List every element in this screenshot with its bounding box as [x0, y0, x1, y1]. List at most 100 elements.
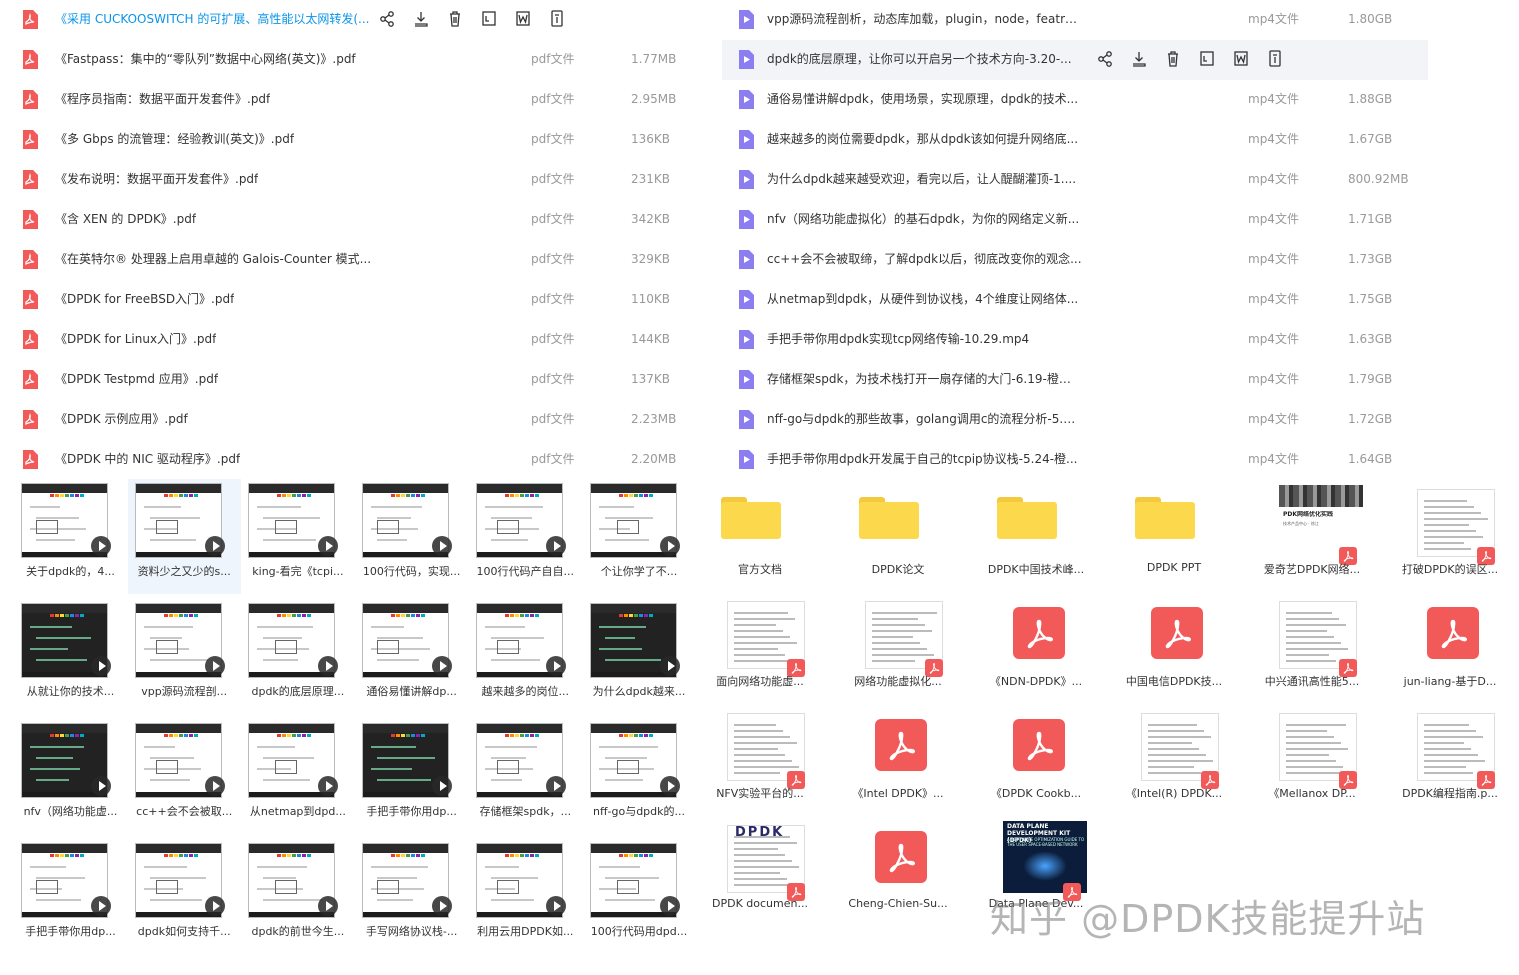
doc-item[interactable]: 面向网络功能虚... — [695, 597, 825, 709]
file-row[interactable]: 越来越多的岗位需要dpdk，那从dpdk该如何提升网络底... mp4文件 1.67… — [722, 120, 1428, 160]
video-thumbnail[interactable]: dpdk的前世今生... — [241, 839, 354, 954]
video-thumbnail[interactable]: 从netmap到dpd... — [241, 719, 354, 834]
file-name[interactable]: 《程序员指南：数据平面开发套件》.pdf — [55, 80, 270, 118]
terminal-button[interactable] — [481, 9, 515, 29]
file-row[interactable]: 《在英特尔® 处理器上启用卓越的 Galois-Counter 模式... pdf… — [0, 240, 680, 280]
pdf-item[interactable]: 中国电信DPDK技... — [1109, 597, 1239, 709]
video-thumbnail[interactable]: nfv（网络功能虚... — [14, 719, 127, 834]
video-thumbnail[interactable]: dpdk的底层原理... — [241, 599, 354, 714]
file-row[interactable]: vpp源码流程剖析，动态库加载，plugin，node，featru... mp4… — [722, 0, 1428, 40]
file-row[interactable]: cc++会不会被取缔，了解dpdk以后，彻底改变你的观念... mp4文件 1.73… — [722, 240, 1428, 280]
video-thumbnail[interactable]: 利用云用DPDK如... — [469, 839, 582, 954]
file-row[interactable]: 《发布说明：数据平面开发套件》.pdf pdf文件 231KB — [0, 160, 680, 200]
video-thumbnail[interactable]: 手把手带你用dp... — [14, 839, 127, 954]
file-name[interactable]: 《发布说明：数据平面开发套件》.pdf — [55, 160, 258, 198]
file-name[interactable]: dpdk的底层原理，让你可以开启另一个技术方向-3.20-... — [767, 40, 1072, 78]
video-thumbnail[interactable]: 100行代码产自自... — [469, 479, 582, 594]
doc-item[interactable]: 中兴通讯高性能5... — [1247, 597, 1377, 709]
delete-button[interactable] — [447, 9, 481, 29]
word-button[interactable] — [515, 9, 549, 29]
file-name[interactable]: 《DPDK for Linux入门》.pdf — [55, 320, 216, 358]
word-button[interactable] — [1233, 49, 1267, 69]
file-row[interactable]: dpdk的底层原理，让你可以开启另一个技术方向-3.20-... — [722, 40, 1428, 80]
folder-item[interactable]: DPDK论文 — [833, 485, 963, 597]
doc-item[interactable]: 《Intel(R) DPDK... — [1109, 709, 1239, 821]
file-name[interactable]: 《DPDK for FreeBSD入门》.pdf — [55, 280, 234, 318]
file-row[interactable]: 通俗易懂讲解dpdk，使用场景，实现原理，dpdk的技术... mp4文件 1.88… — [722, 80, 1428, 120]
file-name[interactable]: 为什么dpdk越来越受欢迎，看完以后，让人醍醐灌顶-1.... — [767, 160, 1076, 198]
video-thumbnail[interactable]: 手写网络协议栈-... — [355, 839, 468, 954]
file-row[interactable]: nfv（网络功能虚拟化）的基石dpdk，为你的网络定义新... mp4文件 1.71… — [722, 200, 1428, 240]
file-name[interactable]: 《在英特尔® 处理器上启用卓越的 Galois-Counter 模式... — [55, 240, 371, 278]
pdf-item[interactable]: Cheng-Chien-Su... — [833, 821, 963, 933]
video-thumbnail[interactable]: 100行代码，实现... — [355, 479, 468, 594]
info-button[interactable] — [1267, 49, 1301, 69]
video-thumbnail[interactable]: 越来越多的岗位... — [469, 599, 582, 714]
file-row[interactable]: nff-go与dpdk的那些故事，golang调用c的流程分析-5.1... mp… — [722, 400, 1428, 440]
file-name[interactable]: nfv（网络功能虚拟化）的基石dpdk，为你的网络定义新... — [767, 200, 1079, 238]
file-row[interactable]: 手把手带你用dpdk实现tcp网络传输-10.29.mp4 mp4文件 1.63GB — [722, 320, 1428, 360]
file-name[interactable]: 《DPDK 中的 NIC 驱动程序》.pdf — [55, 440, 240, 478]
video-thumbnail[interactable]: 存储框架spdk，... — [469, 719, 582, 834]
download-button[interactable] — [1131, 49, 1165, 69]
doc-item[interactable]: 网络功能虚拟化... — [833, 597, 963, 709]
file-row[interactable]: 《Fastpass：集中的“零队列”数据中心网络(英文)》.pdf pdf文件 1.… — [0, 40, 680, 80]
doc-item[interactable]: DPDK DPDK documen... — [695, 821, 825, 933]
file-name[interactable]: 《DPDK 示例应用》.pdf — [55, 400, 188, 438]
file-name[interactable]: 越来越多的岗位需要dpdk，那从dpdk该如何提升网络底... — [767, 120, 1078, 158]
video-thumbnail[interactable]: nff-go与dpdk的... — [583, 719, 696, 834]
file-row[interactable]: 手把手带你用dpdk开发属于自己的tcpip协议栈-5.24-橙... mp4文件… — [722, 440, 1428, 480]
file-name[interactable]: 手把手带你用dpdk开发属于自己的tcpip协议栈-5.24-橙... — [767, 440, 1078, 478]
file-row[interactable]: 《程序员指南：数据平面开发套件》.pdf pdf文件 2.95MB — [0, 80, 680, 120]
file-row[interactable]: 《DPDK 中的 NIC 驱动程序》.pdf pdf文件 2.20MB — [0, 440, 680, 480]
file-name[interactable]: 《Fastpass：集中的“零队列”数据中心网络(英文)》.pdf — [55, 40, 356, 78]
file-row[interactable]: 《DPDK for Linux入门》.pdf pdf文件 144KB — [0, 320, 680, 360]
doc-item[interactable]: NFV实验平台的... — [695, 709, 825, 821]
file-name[interactable]: 《含 XEN 的 DPDK》.pdf — [55, 200, 196, 238]
share-button[interactable] — [1097, 49, 1131, 69]
file-row[interactable]: 《DPDK for FreeBSD入门》.pdf pdf文件 110KB — [0, 280, 680, 320]
doc-item[interactable]: DPDK编程指南.p... — [1385, 709, 1515, 821]
file-name[interactable]: 《DPDK Testpmd 应用》.pdf — [55, 360, 218, 398]
file-row[interactable]: 《DPDK Testpmd 应用》.pdf pdf文件 137KB — [0, 360, 680, 400]
video-thumbnail[interactable]: 手把手带你用dp... — [355, 719, 468, 834]
folder-item[interactable]: DPDK PPT — [1109, 485, 1239, 597]
pdf-item[interactable]: 《DPDK Cookb... — [971, 709, 1101, 821]
video-thumbnail[interactable]: 个让你学了不... — [583, 479, 696, 594]
file-row[interactable]: 《多 Gbps 的流管理：经验教训(英文)》.pdf pdf文件 136KB — [0, 120, 680, 160]
doc-item[interactable]: 打破DPDK的误区... — [1385, 485, 1515, 597]
video-thumbnail[interactable]: 为什么dpdk越来... — [583, 599, 696, 714]
image-item[interactable]: PDK网络优化实践 技术产品中心 · 徐江 爱奇艺DPDK网络... — [1247, 485, 1377, 597]
file-row[interactable]: 存储框架spdk，为技术栈打开一扇存储的大门-6.19-橙子... mp4文件 1.… — [722, 360, 1428, 400]
file-name[interactable]: 通俗易懂讲解dpdk，使用场景，实现原理，dpdk的技术... — [767, 80, 1078, 118]
video-thumbnail[interactable]: king-看完《tcpi... — [241, 479, 354, 594]
file-row[interactable]: 从netmap到dpdk，从硬件到协议栈，4个维度让网络体... mp4文件 1.7… — [722, 280, 1428, 320]
file-name[interactable]: nff-go与dpdk的那些故事，golang调用c的流程分析-5.1... — [767, 400, 1082, 438]
file-name[interactable]: cc++会不会被取缔，了解dpdk以后，彻底改变你的观念... — [767, 240, 1082, 278]
file-name[interactable]: 存储框架spdk，为技术栈打开一扇存储的大门-6.19-橙子... — [767, 360, 1082, 398]
video-thumbnail[interactable]: 从就让你的技术... — [14, 599, 127, 714]
doc-item[interactable]: 《Mellanox DP... — [1247, 709, 1377, 821]
video-thumbnail[interactable]: 100行代码用dpd... — [583, 839, 696, 954]
file-name[interactable]: 从netmap到dpdk，从硬件到协议栈，4个维度让网络体... — [767, 280, 1078, 318]
video-thumbnail[interactable]: 通俗易懂讲解dp... — [355, 599, 468, 714]
video-thumbnail[interactable]: cc++会不会被取... — [128, 719, 241, 834]
file-name[interactable]: 《多 Gbps 的流管理：经验教训(英文)》.pdf — [55, 120, 294, 158]
file-name[interactable]: 手把手带你用dpdk实现tcp网络传输-10.29.mp4 — [767, 320, 1029, 358]
folder-item[interactable]: DPDK中国技术峰... — [971, 485, 1101, 597]
video-thumbnail[interactable]: dpdk如何支持千... — [128, 839, 241, 954]
file-row[interactable]: 《含 XEN 的 DPDK》.pdf pdf文件 342KB — [0, 200, 680, 240]
video-thumbnail[interactable]: vpp源码流程剖... — [128, 599, 241, 714]
info-button[interactable] — [549, 9, 583, 29]
file-row[interactable]: 《DPDK 示例应用》.pdf pdf文件 2.23MB — [0, 400, 680, 440]
terminal-button[interactable] — [1199, 49, 1233, 69]
file-row[interactable]: 《采用 CUCKOOSWITCH 的可扩展、高性能以太网转发(... — [0, 0, 680, 40]
pdf-item[interactable]: jun-liang-基于D... — [1385, 597, 1515, 709]
pdf-item[interactable]: 《Intel DPDK》... — [833, 709, 963, 821]
folder-item[interactable]: 官方文档 — [695, 485, 825, 597]
video-thumbnail[interactable]: 资料少之又少的s... — [127, 479, 241, 594]
download-button[interactable] — [413, 9, 447, 29]
pdf-item[interactable]: 《NDN-DPDK》... — [971, 597, 1101, 709]
video-thumbnail[interactable]: 关于dpdk的，4... — [14, 479, 127, 594]
file-name[interactable]: 《采用 CUCKOOSWITCH 的可扩展、高性能以太网转发(... — [55, 0, 369, 38]
